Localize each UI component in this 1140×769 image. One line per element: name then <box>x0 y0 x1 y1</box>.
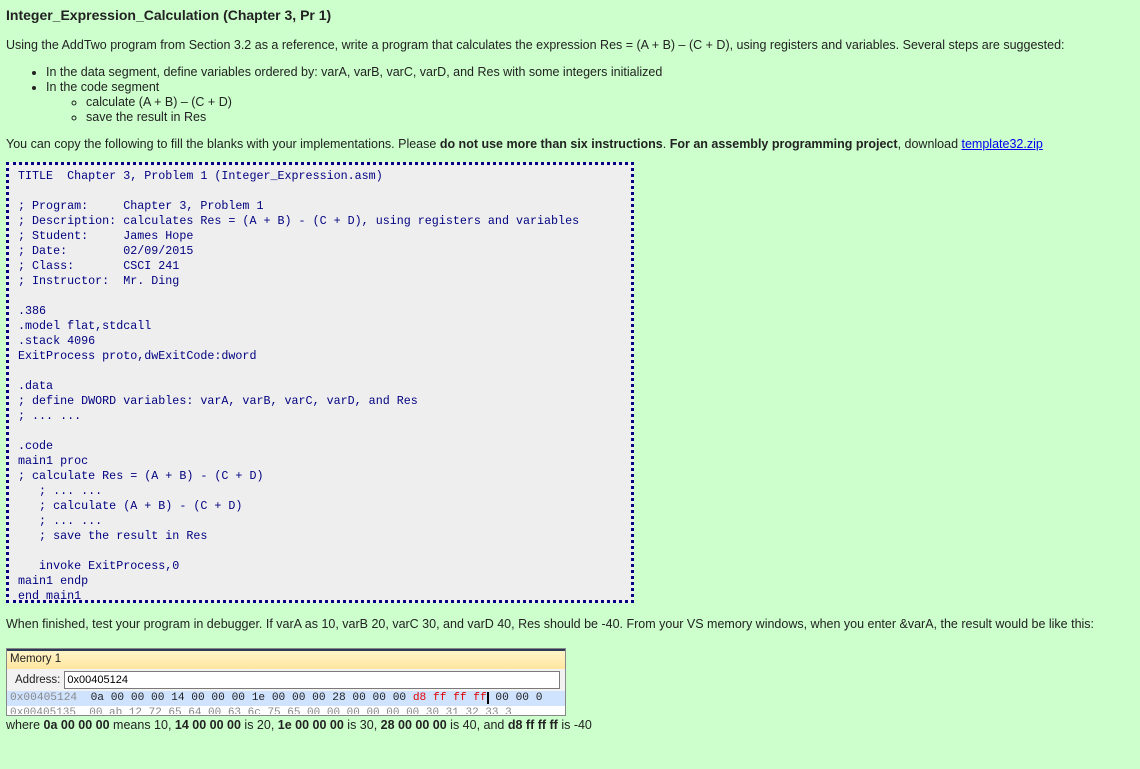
finish-text: When finished, test your program in debu… <box>6 617 1095 631</box>
substep-calculate: calculate (A + B) – (C + D) <box>86 95 1134 110</box>
address-label: Address: <box>15 674 61 686</box>
code-line: .code <box>18 439 54 453</box>
code-line: invoke ExitProcess,0 <box>18 559 180 573</box>
code-line: TITLE Chapter 3, Problem 1 (Integer_Expr… <box>18 169 383 183</box>
copy-instructions: You can copy the following to fill the b… <box>6 137 1043 151</box>
memory-row: 0x00405124 0a 00 00 00 14 00 00 00 1e 00… <box>7 691 565 706</box>
address-input[interactable] <box>64 671 561 689</box>
code-line: ; ... ... <box>18 409 82 423</box>
code-listing[interactable]: TITLE Chapter 3, Problem 1 (Integer_Expr… <box>6 162 634 603</box>
code-line: ; Description: calculates Res = (A + B) … <box>18 214 580 228</box>
code-line: ; Program: Chapter 3, Problem 1 <box>18 199 264 213</box>
code-line: ; save the result in Res <box>18 529 208 543</box>
memory-address-bar: Address: <box>7 669 565 691</box>
res-bytes: d8 ff ff ff <box>412 692 489 704</box>
memory-row: 0x00405135 00 ab 12 72 65 64 00 63 6c 75… <box>10 707 512 714</box>
code-line: main1 endp <box>18 574 89 588</box>
memory-window: Memory 1 Address: 0x00405124 0a 00 00 00… <box>6 648 566 716</box>
code-line: ; Instructor: Mr. Ding <box>18 274 180 288</box>
result-explanation: where 0a 00 00 00 means 10, 14 00 00 00 … <box>6 718 592 732</box>
code-line: .data <box>18 379 54 393</box>
code-substeps: calculate (A + B) – (C + D) save the res… <box>46 95 1134 125</box>
template-download-link[interactable]: template32.zip <box>962 137 1043 151</box>
step-data-segment: In the data segment, define variables or… <box>46 65 1134 80</box>
memory-window-title: Memory 1 <box>7 649 565 669</box>
steps-list: In the data segment, define variables or… <box>6 65 1134 125</box>
code-line: ; Date: 02/09/2015 <box>18 244 194 258</box>
code-line: ; ... ... <box>18 484 103 498</box>
substep-save: save the result in Res <box>86 110 1134 125</box>
intro-text: Using the AddTwo program from Section 3.… <box>6 38 1065 52</box>
code-line: ; define DWORD variables: varA, varB, va… <box>18 394 418 408</box>
code-line: ; ... ... <box>18 514 103 528</box>
page: Integer_Expression_Calculation (Chapter … <box>0 0 1140 733</box>
code-line: ; Student: James Hope <box>18 229 194 243</box>
code-line: ExitProcess proto,dwExitCode:dword <box>18 349 257 363</box>
code-line: ; Class: CSCI 241 <box>18 259 180 273</box>
step-code-segment: In the code segment calculate (A + B) – … <box>46 80 1134 125</box>
code-line: .model flat,stdcall <box>18 319 152 333</box>
code-line: ; calculate Res = (A + B) - (C + D) <box>18 469 264 483</box>
page-title: Integer_Expression_Calculation (Chapter … <box>6 7 332 23</box>
code-line: ; calculate (A + B) - (C + D) <box>18 499 243 513</box>
code-line: end main1 <box>18 589 82 603</box>
code-line: .386 <box>18 304 47 318</box>
code-line: .stack 4096 <box>18 334 96 348</box>
code-line: main1 proc <box>18 454 89 468</box>
